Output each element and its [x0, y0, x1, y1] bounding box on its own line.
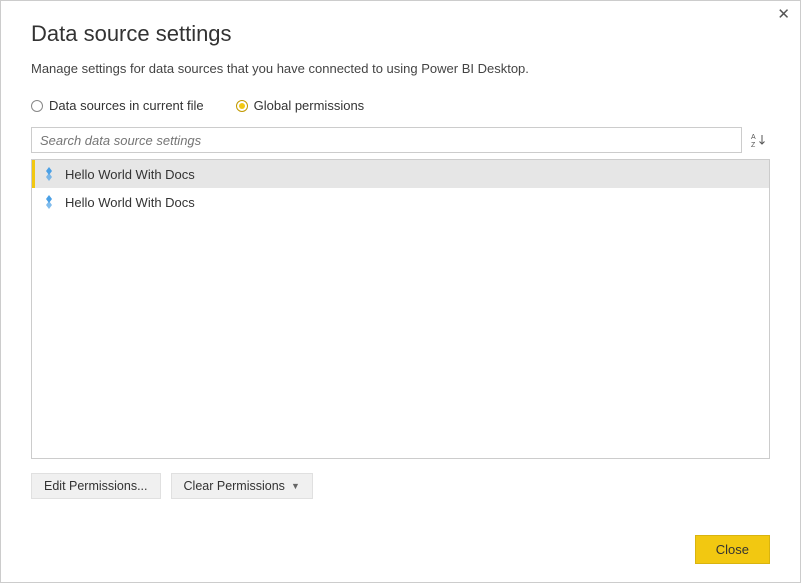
radio-current-file[interactable]: Data sources in current file	[31, 98, 204, 113]
button-label: Clear Permissions	[184, 479, 285, 493]
edit-permissions-button[interactable]: Edit Permissions...	[31, 473, 161, 499]
list-item-label: Hello World With Docs	[65, 167, 195, 182]
svg-text:A: A	[751, 134, 756, 141]
data-source-list[interactable]: Hello World With Docs Hello World With D…	[31, 159, 770, 459]
clear-permissions-button[interactable]: Clear Permissions ▼	[171, 473, 313, 499]
radio-label-global: Global permissions	[254, 98, 365, 113]
search-row: A Z	[31, 127, 770, 153]
radio-global-permissions[interactable]: Global permissions	[236, 98, 365, 113]
page-subtitle: Manage settings for data sources that yo…	[31, 61, 770, 76]
button-label: Close	[716, 542, 749, 557]
sort-button[interactable]: A Z	[748, 127, 770, 153]
connector-icon	[41, 166, 57, 182]
action-buttons-left: Edit Permissions... Clear Permissions ▼	[31, 473, 770, 499]
button-label: Edit Permissions...	[44, 479, 148, 493]
search-input[interactable]	[31, 127, 742, 153]
list-item[interactable]: Hello World With Docs	[32, 188, 769, 216]
close-icon[interactable]: ✕	[777, 7, 790, 22]
radio-label-current: Data sources in current file	[49, 98, 204, 113]
data-source-settings-dialog: Data source settings Manage settings for…	[1, 1, 800, 519]
scope-radio-group: Data sources in current file Global perm…	[31, 98, 770, 113]
list-item-label: Hello World With Docs	[65, 195, 195, 210]
sort-az-icon: A Z	[751, 132, 767, 148]
footer-actions: Close	[695, 535, 770, 564]
connector-icon	[41, 194, 57, 210]
page-title: Data source settings	[31, 21, 770, 47]
radio-icon	[236, 100, 248, 112]
list-item[interactable]: Hello World With Docs	[32, 160, 769, 188]
radio-icon	[31, 100, 43, 112]
close-button[interactable]: Close	[695, 535, 770, 564]
svg-text:Z: Z	[751, 142, 756, 148]
chevron-down-icon: ▼	[291, 481, 300, 491]
